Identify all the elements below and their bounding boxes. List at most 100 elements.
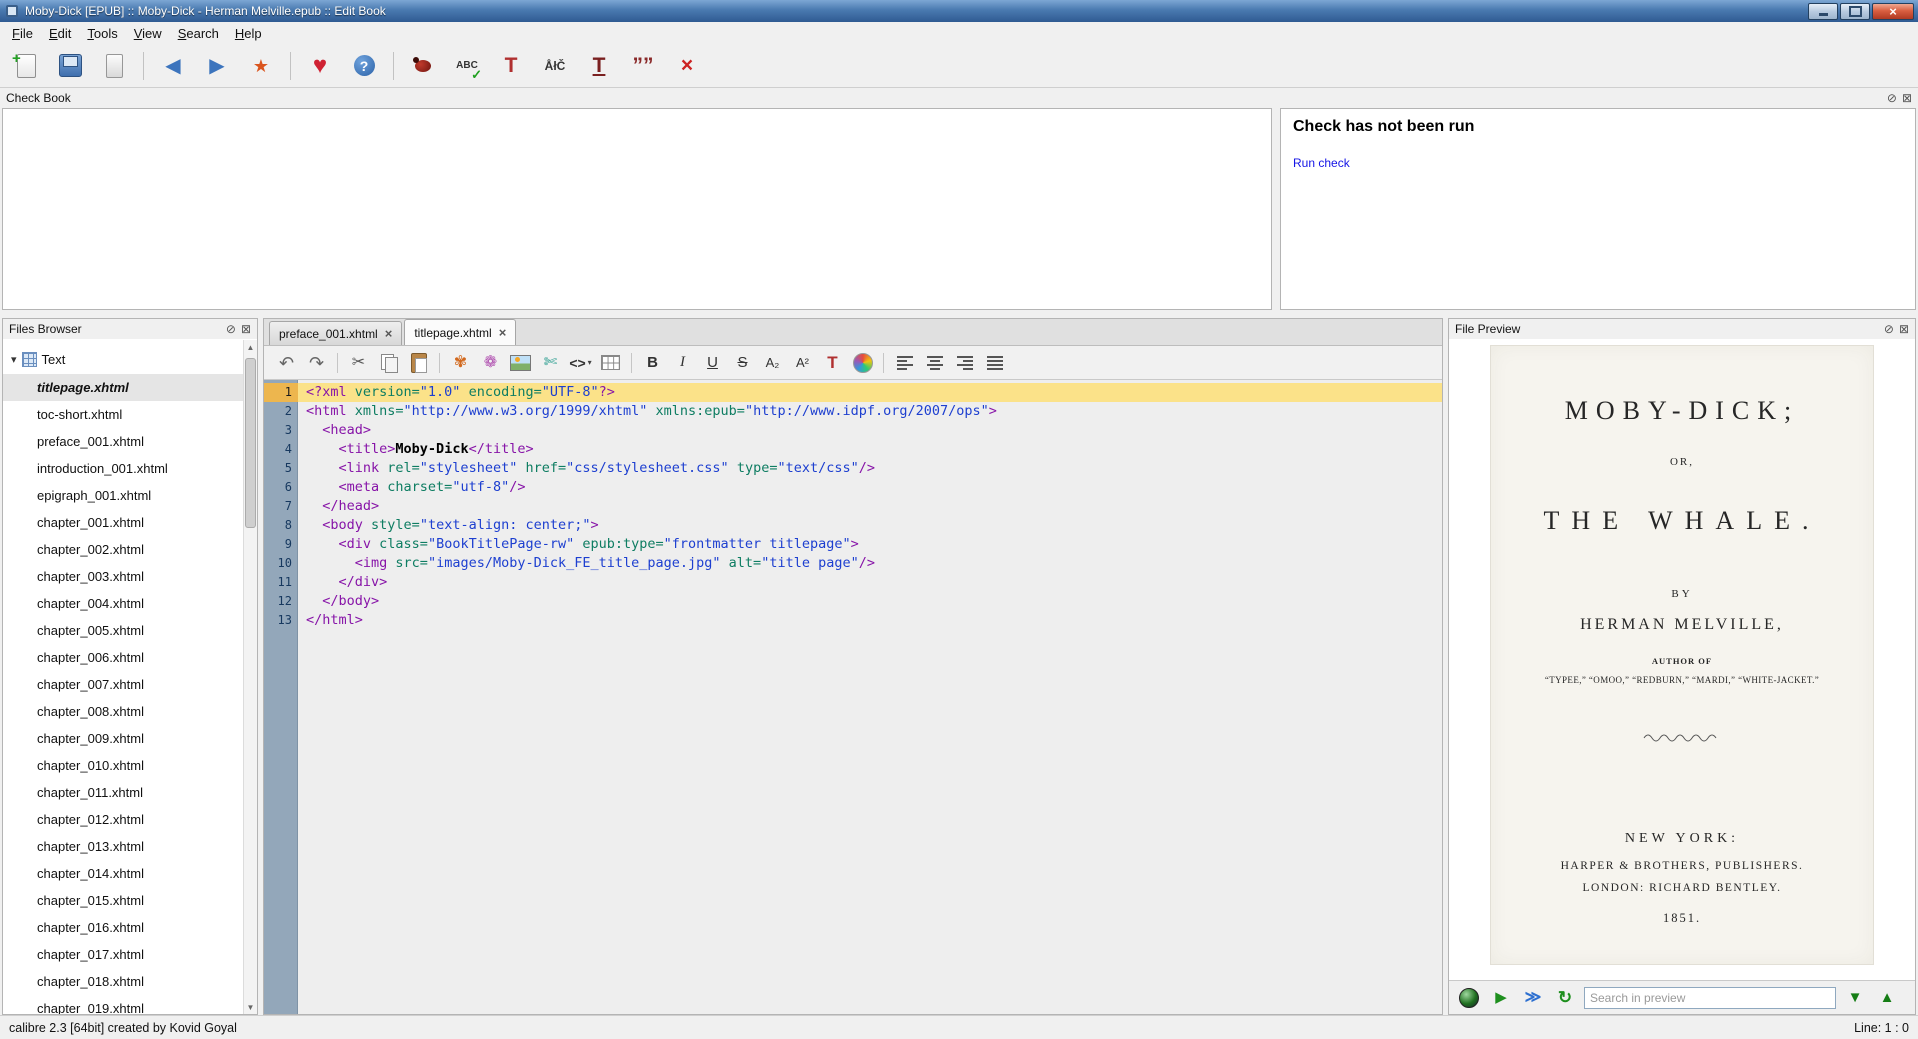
code-line[interactable]: 8 <body style="text-align: center;"> bbox=[264, 516, 1442, 535]
code-line[interactable]: 1 <?xml version="1.0" encoding="UTF-8"?> bbox=[264, 383, 1442, 402]
code-line[interactable]: 9 <div class="BookTitlePage-rw" epub:typ… bbox=[264, 535, 1442, 554]
sync-preview-icon[interactable]: ≫ bbox=[1520, 985, 1546, 1011]
editor-tab[interactable]: titlepage.xhtml × bbox=[404, 319, 517, 345]
insert-tag-icon[interactable]: <> ▾ bbox=[567, 349, 594, 376]
file-item[interactable]: preface_001.xhtml bbox=[3, 428, 257, 455]
code-line[interactable]: 2 <html xmlns="http://www.w3.org/1999/xht… bbox=[264, 402, 1442, 421]
file-item[interactable]: chapter_002.xhtml bbox=[3, 536, 257, 563]
refresh-preview-icon[interactable]: ↻ bbox=[1552, 985, 1578, 1011]
code-line[interactable]: 12 </body> bbox=[264, 592, 1442, 611]
transliterate-icon[interactable]: ÅłČ bbox=[537, 48, 573, 84]
close-button[interactable]: × bbox=[1872, 2, 1914, 20]
check-book-icon[interactable] bbox=[405, 48, 441, 84]
check-splitter[interactable] bbox=[1272, 108, 1280, 310]
bold-icon[interactable]: B bbox=[639, 349, 666, 376]
file-item[interactable]: chapter_016.xhtml bbox=[3, 914, 257, 941]
close-dock-icon[interactable]: ⊠ bbox=[241, 322, 251, 336]
insert-table-icon[interactable] bbox=[597, 349, 624, 376]
float-dock-icon[interactable]: ⊘ bbox=[1884, 322, 1894, 336]
spellcheck-icon[interactable]: ABC bbox=[449, 48, 485, 84]
maximize-button[interactable] bbox=[1840, 2, 1870, 20]
menu-edit[interactable]: Edit bbox=[41, 24, 79, 43]
float-dock-icon[interactable]: ⊘ bbox=[1887, 91, 1897, 105]
live-preview-icon[interactable] bbox=[1456, 985, 1482, 1011]
file-item[interactable]: chapter_005.xhtml bbox=[3, 617, 257, 644]
float-dock-icon[interactable]: ⊘ bbox=[226, 322, 236, 336]
file-item[interactable]: chapter_017.xhtml bbox=[3, 941, 257, 968]
preview-search-input[interactable] bbox=[1584, 986, 1836, 1009]
minimize-button[interactable] bbox=[1808, 2, 1838, 20]
split-file-icon[interactable]: ✄ bbox=[537, 349, 564, 376]
tree-root-text[interactable]: ▾ Text bbox=[3, 344, 257, 374]
strikethrough-icon[interactable]: S bbox=[729, 349, 756, 376]
code-line[interactable]: 10 <img src="images/Moby-Dick_FE_title_p… bbox=[264, 554, 1442, 573]
back-icon[interactable]: ◀ bbox=[155, 48, 191, 84]
subset-fonts-icon[interactable]: T bbox=[581, 48, 617, 84]
cut-icon[interactable]: ✂ bbox=[345, 349, 372, 376]
align-justify-icon[interactable] bbox=[981, 349, 1008, 376]
editor-tab[interactable]: preface_001.xhtml × bbox=[269, 321, 403, 345]
align-center-icon[interactable] bbox=[921, 349, 948, 376]
scrollbar-thumb[interactable] bbox=[245, 358, 256, 528]
search-prev-icon[interactable]: ▲ bbox=[1874, 986, 1900, 1010]
scroll-down-icon[interactable]: ▼ bbox=[244, 1000, 257, 1014]
run-check-link[interactable]: Run check bbox=[1293, 156, 1350, 170]
file-item[interactable]: chapter_008.xhtml bbox=[3, 698, 257, 725]
insert-image-icon[interactable] bbox=[507, 349, 534, 376]
italic-icon[interactable]: I bbox=[669, 349, 696, 376]
smarten-punctuation-icon[interactable]: ”” bbox=[625, 48, 661, 84]
forward-icon[interactable]: ▶ bbox=[199, 48, 235, 84]
code-line[interactable]: 5 <link rel="stylesheet" href="css/style… bbox=[264, 459, 1442, 478]
files-scrollbar[interactable]: ▲ ▼ bbox=[243, 340, 257, 1014]
file-item[interactable]: epigraph_001.xhtml bbox=[3, 482, 257, 509]
run-preview-icon[interactable]: ▶ bbox=[1488, 985, 1514, 1011]
code-line[interactable]: 11 </div> bbox=[264, 573, 1442, 592]
file-item[interactable]: chapter_007.xhtml bbox=[3, 671, 257, 698]
file-item[interactable]: titlepage.xhtml bbox=[3, 374, 257, 401]
menu-help[interactable]: Help bbox=[227, 24, 270, 43]
book-icon[interactable] bbox=[96, 48, 132, 84]
tree-expander-icon[interactable]: ▾ bbox=[11, 353, 17, 366]
tab-close-icon[interactable]: × bbox=[385, 326, 393, 341]
file-item[interactable]: chapter_018.xhtml bbox=[3, 968, 257, 995]
code-line[interactable]: 3 <head> bbox=[264, 421, 1442, 440]
redo-icon[interactable]: ↷ bbox=[303, 349, 330, 376]
menu-view[interactable]: View bbox=[126, 24, 170, 43]
underline-icon[interactable]: U bbox=[699, 349, 726, 376]
background-color-icon[interactable] bbox=[849, 349, 876, 376]
align-right-icon[interactable] bbox=[951, 349, 978, 376]
file-item[interactable]: chapter_019.xhtml bbox=[3, 995, 257, 1014]
undo-icon[interactable]: ↶ bbox=[273, 349, 300, 376]
file-item[interactable]: chapter_010.xhtml bbox=[3, 752, 257, 779]
donate-icon[interactable]: ♥ bbox=[302, 48, 338, 84]
paste-icon[interactable] bbox=[405, 349, 432, 376]
file-item[interactable]: introduction_001.xhtml bbox=[3, 455, 257, 482]
copy-icon[interactable] bbox=[375, 349, 402, 376]
help-icon[interactable]: ? bbox=[346, 48, 382, 84]
file-item[interactable]: chapter_001.xhtml bbox=[3, 509, 257, 536]
file-item[interactable]: chapter_004.xhtml bbox=[3, 590, 257, 617]
menu-file[interactable]: File bbox=[4, 24, 41, 43]
horizontal-splitter[interactable] bbox=[0, 310, 1918, 318]
mark-text-icon[interactable]: ★ bbox=[243, 48, 279, 84]
file-item[interactable]: chapter_012.xhtml bbox=[3, 806, 257, 833]
code-line[interactable]: 4 <title>Moby-Dick</title> bbox=[264, 440, 1442, 459]
preview-content[interactable]: MOBY-DICK; OR, THE WHALE. BY HERMAN MELV… bbox=[1449, 339, 1915, 980]
new-file-icon[interactable] bbox=[8, 48, 44, 84]
special-character-icon[interactable]: ✾ bbox=[447, 349, 474, 376]
menu-tools[interactable]: Tools bbox=[79, 24, 125, 43]
align-left-icon[interactable] bbox=[891, 349, 918, 376]
code-line[interactable]: 13 </html> bbox=[264, 611, 1442, 630]
superscript-icon[interactable]: A² bbox=[789, 349, 816, 376]
file-item[interactable]: chapter_011.xhtml bbox=[3, 779, 257, 806]
file-item[interactable]: chapter_009.xhtml bbox=[3, 725, 257, 752]
code-editor[interactable]: 1 <?xml version="1.0" encoding="UTF-8"?> 2… bbox=[264, 380, 1442, 1014]
file-item[interactable]: chapter_014.xhtml bbox=[3, 860, 257, 887]
file-item[interactable]: toc-short.xhtml bbox=[3, 401, 257, 428]
close-dock-icon[interactable]: ⊠ bbox=[1902, 91, 1912, 105]
scroll-up-icon[interactable]: ▲ bbox=[244, 340, 257, 354]
menu-search[interactable]: Search bbox=[170, 24, 227, 43]
tab-close-icon[interactable]: × bbox=[499, 325, 507, 340]
file-item[interactable]: chapter_015.xhtml bbox=[3, 887, 257, 914]
close-dock-icon[interactable]: ⊠ bbox=[1899, 322, 1909, 336]
